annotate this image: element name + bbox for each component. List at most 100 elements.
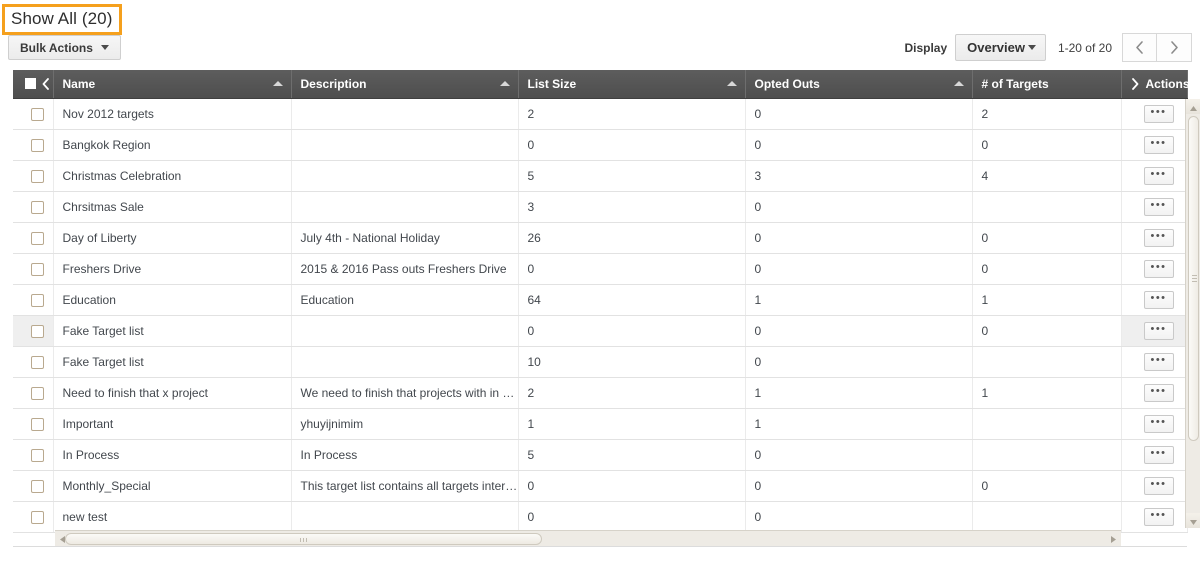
select-all-checkbox[interactable] — [24, 78, 36, 90]
scroll-up-button[interactable] — [1186, 99, 1200, 114]
table-row[interactable]: In Process In Process 5 0 ••• — [13, 439, 1188, 471]
row-actions-cell[interactable]: ••• — [1121, 408, 1188, 440]
row-actions-cell[interactable]: ••• — [1121, 98, 1188, 130]
row-checkbox[interactable] — [30, 324, 44, 338]
overview-dropdown[interactable]: Overview — [955, 34, 1046, 61]
select-all-header[interactable] — [13, 70, 54, 99]
row-select-cell[interactable] — [13, 315, 54, 347]
table-row[interactable]: new test 0 0 ••• — [13, 501, 1188, 533]
row-actions-cell[interactable]: ••• — [1121, 253, 1188, 285]
scroll-right-button[interactable] — [1106, 531, 1121, 546]
column-header-opted-outs[interactable]: Opted Outs — [745, 70, 973, 99]
row-actions-button[interactable]: ••• — [1143, 508, 1174, 526]
vertical-scrollbar[interactable] — [1185, 99, 1200, 528]
row-actions-cell[interactable]: ••• — [1121, 439, 1188, 471]
cell-name[interactable]: Freshers Drive — [53, 253, 292, 285]
cell-name[interactable]: Day of Liberty — [53, 222, 292, 254]
row-select-cell[interactable] — [13, 470, 54, 502]
cell-name[interactable]: Important — [53, 408, 292, 440]
row-checkbox[interactable] — [30, 169, 44, 183]
row-checkbox[interactable] — [30, 510, 44, 524]
row-actions-button[interactable]: ••• — [1143, 260, 1174, 278]
row-actions-cell[interactable]: ••• — [1121, 346, 1188, 378]
row-select-cell[interactable] — [13, 160, 54, 192]
row-select-cell[interactable] — [13, 501, 54, 533]
cell-name[interactable]: Christmas Celebration — [53, 160, 292, 192]
table-row[interactable]: Freshers Drive 2015 & 2016 Pass outs Fres… — [13, 253, 1188, 285]
row-actions-cell[interactable]: ••• — [1121, 470, 1188, 502]
row-actions-cell[interactable]: ••• — [1121, 501, 1188, 533]
row-actions-button[interactable]: ••• — [1143, 384, 1174, 402]
horizontal-scrollbar[interactable] — [55, 530, 1121, 546]
show-all-link[interactable]: Show All (20) — [11, 9, 112, 28]
table-row[interactable]: Important yhuyijnimim 1 1 ••• — [13, 408, 1188, 440]
row-select-cell[interactable] — [13, 129, 54, 161]
row-checkbox[interactable] — [30, 231, 44, 245]
row-select-cell[interactable] — [13, 253, 54, 285]
table-row[interactable]: Fake Target list 10 0 ••• — [13, 346, 1188, 378]
table-row[interactable]: Christmas Celebration 5 3 4 ••• — [13, 160, 1188, 192]
row-actions-button[interactable]: ••• — [1143, 136, 1174, 154]
row-checkbox[interactable] — [30, 293, 44, 307]
horizontal-scroll-thumb[interactable] — [65, 533, 542, 545]
row-select-cell[interactable] — [13, 222, 54, 254]
table-row[interactable]: Need to finish that x project We need to … — [13, 377, 1188, 409]
table-row[interactable]: Bangkok Region 0 0 0 ••• — [13, 129, 1188, 161]
table-row[interactable]: Education Education 64 1 1 ••• — [13, 284, 1188, 316]
table-row[interactable]: Fake Target list 0 0 0 ••• — [13, 315, 1188, 347]
chevron-left-icon[interactable] — [41, 77, 50, 90]
row-actions-button[interactable]: ••• — [1143, 446, 1174, 464]
table-row[interactable]: Day of Liberty July 4th - National Holida… — [13, 222, 1188, 254]
row-select-cell[interactable] — [13, 377, 54, 409]
column-header-description[interactable]: Description — [291, 70, 519, 99]
cell-name[interactable]: Education — [53, 284, 292, 316]
row-actions-cell[interactable]: ••• — [1121, 160, 1188, 192]
row-actions-button[interactable]: ••• — [1143, 167, 1174, 185]
row-select-cell[interactable] — [13, 284, 54, 316]
row-actions-button[interactable]: ••• — [1143, 477, 1174, 495]
row-actions-cell[interactable]: ••• — [1121, 129, 1188, 161]
row-actions-button[interactable]: ••• — [1143, 105, 1174, 123]
cell-name[interactable]: Fake Target list — [53, 315, 292, 347]
table-row[interactable]: Chrsitmas Sale 3 0 ••• — [13, 191, 1188, 223]
table-row[interactable]: Nov 2012 targets 2 0 2 ••• — [13, 98, 1188, 130]
row-select-cell[interactable] — [13, 408, 54, 440]
row-actions-button[interactable]: ••• — [1143, 229, 1174, 247]
row-checkbox[interactable] — [30, 200, 44, 214]
row-select-cell[interactable] — [13, 191, 54, 223]
cell-name[interactable]: Monthly_Special — [53, 470, 292, 502]
cell-name[interactable]: new test — [53, 501, 292, 533]
cell-name[interactable]: Nov 2012 targets — [53, 98, 292, 130]
cell-name[interactable]: Need to finish that x project — [53, 377, 292, 409]
row-checkbox[interactable] — [30, 107, 44, 121]
row-actions-cell[interactable]: ••• — [1121, 191, 1188, 223]
row-checkbox[interactable] — [30, 262, 44, 276]
column-header-list-size[interactable]: List Size — [518, 70, 746, 99]
row-checkbox[interactable] — [30, 448, 44, 462]
row-checkbox[interactable] — [30, 355, 44, 369]
vertical-scroll-thumb[interactable] — [1188, 116, 1199, 441]
column-header-name[interactable]: Name — [53, 70, 292, 99]
row-actions-button[interactable]: ••• — [1143, 198, 1174, 216]
cell-name[interactable]: In Process — [53, 439, 292, 471]
previous-page-button[interactable] — [1122, 33, 1157, 62]
row-actions-cell[interactable]: ••• — [1121, 222, 1188, 254]
row-select-cell[interactable] — [13, 346, 54, 378]
bulk-actions-button[interactable]: Bulk Actions — [8, 35, 121, 60]
row-select-cell[interactable] — [13, 98, 54, 130]
row-checkbox[interactable] — [30, 386, 44, 400]
row-actions-cell[interactable]: ••• — [1121, 284, 1188, 316]
cell-name[interactable]: Bangkok Region — [53, 129, 292, 161]
row-actions-button[interactable]: ••• — [1143, 291, 1174, 309]
scroll-down-button[interactable] — [1186, 513, 1200, 528]
row-actions-button[interactable]: ••• — [1143, 353, 1174, 371]
cell-name[interactable]: Chrsitmas Sale — [53, 191, 292, 223]
next-page-button[interactable] — [1157, 33, 1192, 62]
row-actions-cell[interactable]: ••• — [1121, 315, 1188, 347]
cell-name[interactable]: Fake Target list — [53, 346, 292, 378]
row-actions-button[interactable]: ••• — [1143, 415, 1174, 433]
chevron-right-icon[interactable] — [1131, 77, 1140, 90]
row-checkbox[interactable] — [30, 479, 44, 493]
row-checkbox[interactable] — [30, 417, 44, 431]
row-select-cell[interactable] — [13, 439, 54, 471]
